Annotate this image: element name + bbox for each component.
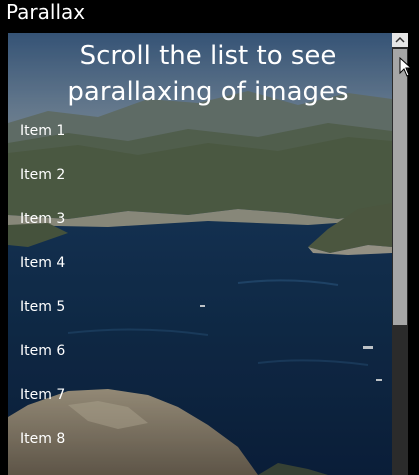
instruction-heading: Scroll the list to see parallaxing of im… — [8, 38, 392, 110]
vertical-scrollbar[interactable] — [392, 33, 408, 475]
list-item-3[interactable]: Item 3 — [8, 197, 392, 241]
chevron-up-icon — [395, 36, 405, 43]
app-title: Parallax — [6, 0, 86, 24]
scrollbar-thumb[interactable] — [393, 49, 407, 325]
list-item-6[interactable]: Item 6 — [8, 329, 392, 373]
list-item-4[interactable]: Item 4 — [8, 241, 392, 285]
heading-line-2: parallaxing of images — [67, 77, 349, 107]
mouse-pointer-icon — [399, 57, 413, 77]
list-item-1[interactable]: Item 1 — [8, 109, 392, 153]
list-item-5[interactable]: Item 5 — [8, 285, 392, 329]
list-item-7[interactable]: Item 7 — [8, 373, 392, 417]
heading-line-1: Scroll the list to see — [79, 41, 337, 71]
list-item-8[interactable]: Item 8 — [8, 417, 392, 461]
app-window: Parallax Scroll the list to see parallax… — [0, 0, 419, 475]
scroll-up-button[interactable] — [392, 33, 408, 47]
parallax-scroll-viewer[interactable]: Scroll the list to see parallaxing of im… — [8, 33, 392, 475]
list-item-2[interactable]: Item 2 — [8, 153, 392, 197]
item-list[interactable]: Item 1 Item 2 Item 3 Item 4 Item 5 Item … — [8, 109, 392, 461]
